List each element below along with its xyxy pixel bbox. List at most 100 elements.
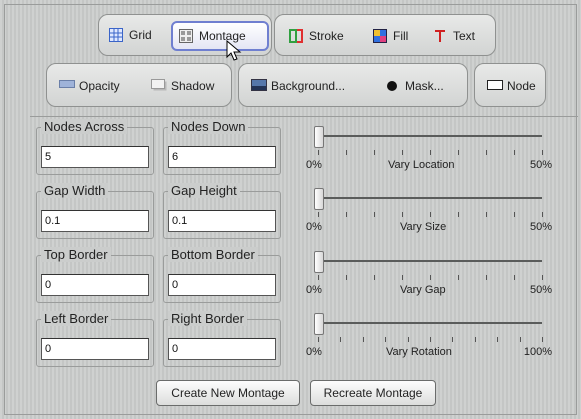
slider-thumb[interactable] — [314, 126, 324, 148]
slider-tick — [514, 275, 515, 280]
left-border-input[interactable] — [41, 338, 149, 360]
slider-track — [318, 197, 542, 199]
slider-tick — [318, 212, 319, 217]
nodes-down-group: Nodes Down — [163, 119, 281, 175]
slider-tick — [430, 337, 431, 342]
mask-label: Mask... — [405, 79, 444, 93]
slider-track — [318, 260, 542, 262]
slider-tick — [402, 150, 403, 155]
recreate-montage-button[interactable]: Recreate Montage — [310, 380, 436, 406]
slider-min-label: 0% — [306, 159, 322, 171]
gap-height-label: Gap Height — [168, 183, 240, 198]
gap-width-label: Gap Width — [41, 183, 109, 198]
slider-tick — [318, 150, 319, 155]
node-button[interactable]: Node — [481, 73, 542, 99]
nodes-across-input[interactable] — [41, 146, 149, 168]
shadow-button[interactable]: Shadow — [145, 73, 220, 99]
top-border-label: Top Border — [41, 247, 111, 262]
slider-tick — [346, 150, 347, 155]
fill-icon — [373, 29, 387, 43]
montage-icon — [179, 29, 193, 43]
slider-max-label: 50% — [529, 221, 552, 233]
slider-thumb[interactable] — [314, 313, 324, 335]
slider-tick — [474, 337, 476, 342]
top-border-input[interactable] — [41, 274, 149, 296]
slider-tick — [385, 337, 387, 342]
top-border-group: Top Border — [36, 247, 154, 303]
vary-location-slider[interactable]: 0% Vary Location 50% — [306, 124, 552, 174]
right-border-input[interactable] — [168, 338, 276, 360]
mouse-cursor-icon — [226, 39, 244, 67]
slider-tick — [346, 275, 347, 280]
shadow-label: Shadow — [171, 79, 215, 93]
background-mask-group: Background... Mask... — [238, 63, 468, 107]
background-label: Background... — [271, 79, 346, 93]
nodes-down-input[interactable] — [168, 146, 276, 168]
create-new-montage-button[interactable]: Create New Montage — [156, 380, 300, 406]
mask-icon — [385, 79, 399, 93]
background-button[interactable]: Background... — [245, 73, 351, 99]
effects-group: Opacity Shadow — [46, 63, 232, 107]
slider-tick — [430, 275, 431, 280]
text-label: Text — [453, 29, 476, 43]
shadow-icon — [151, 79, 167, 93]
left-border-label: Left Border — [41, 311, 112, 326]
grid-button[interactable]: Grid — [103, 22, 158, 48]
node-label: Node — [507, 79, 536, 93]
bottom-border-input[interactable] — [168, 274, 276, 296]
gap-height-input[interactable] — [168, 210, 276, 232]
slider-name-label: Vary Location — [388, 159, 455, 171]
montage-button[interactable]: Montage — [171, 21, 269, 51]
slider-tick — [374, 212, 375, 217]
text-icon — [433, 29, 447, 43]
slider-tick — [486, 275, 487, 280]
slider-tick — [407, 337, 409, 342]
slider-tick — [374, 275, 375, 280]
slider-tick — [458, 150, 459, 155]
slider-tick — [486, 150, 487, 155]
vary-rotation-slider[interactable]: 0% Vary Rotation 100% — [306, 311, 552, 361]
mask-button[interactable]: Mask... — [379, 73, 450, 99]
slider-tick — [402, 275, 403, 280]
slider-min-label: 0% — [306, 221, 322, 233]
text-button[interactable]: Text — [427, 23, 481, 49]
node-group: Node — [474, 63, 546, 107]
grid-label: Grid — [129, 28, 152, 42]
gap-width-input[interactable] — [41, 210, 149, 232]
divider — [30, 116, 578, 117]
nodes-down-label: Nodes Down — [168, 119, 249, 134]
slider-name-label: Vary Rotation — [386, 346, 452, 358]
slider-tick — [374, 150, 375, 155]
slider-max-label: 50% — [529, 159, 552, 171]
gap-width-group: Gap Width — [36, 183, 154, 239]
slider-thumb[interactable] — [314, 251, 324, 273]
layout-mode-group: Grid Montage — [98, 14, 272, 56]
slider-name-label: Vary Gap — [400, 284, 446, 296]
nodes-across-group: Nodes Across — [36, 119, 154, 175]
slider-tick — [519, 337, 521, 342]
slider-thumb[interactable] — [314, 188, 324, 210]
left-border-group: Left Border — [36, 311, 154, 367]
slider-tick — [362, 337, 364, 342]
grid-icon — [109, 28, 123, 42]
opacity-label: Opacity — [79, 79, 120, 93]
opacity-button[interactable]: Opacity — [53, 73, 126, 99]
vary-size-slider[interactable]: 0% Vary Size 50% — [306, 186, 552, 236]
stroke-label: Stroke — [309, 29, 344, 43]
slider-tick — [514, 150, 515, 155]
slider-tick — [430, 150, 431, 155]
slider-tick — [542, 150, 543, 155]
vary-gap-slider[interactable]: 0% Vary Gap 50% — [306, 249, 552, 299]
stroke-button[interactable]: Stroke — [283, 23, 350, 49]
fill-button[interactable]: Fill — [367, 23, 414, 49]
fill-label: Fill — [393, 29, 409, 43]
slider-tick — [430, 212, 431, 217]
opacity-icon — [59, 79, 75, 93]
gap-height-group: Gap Height — [163, 183, 281, 239]
style-group: Stroke Fill Text — [274, 14, 496, 56]
slider-tick — [458, 275, 459, 280]
bottom-border-group: Bottom Border — [163, 247, 281, 303]
slider-tick — [542, 212, 543, 217]
slider-track — [318, 322, 542, 324]
slider-max-label: 100% — [523, 346, 552, 358]
